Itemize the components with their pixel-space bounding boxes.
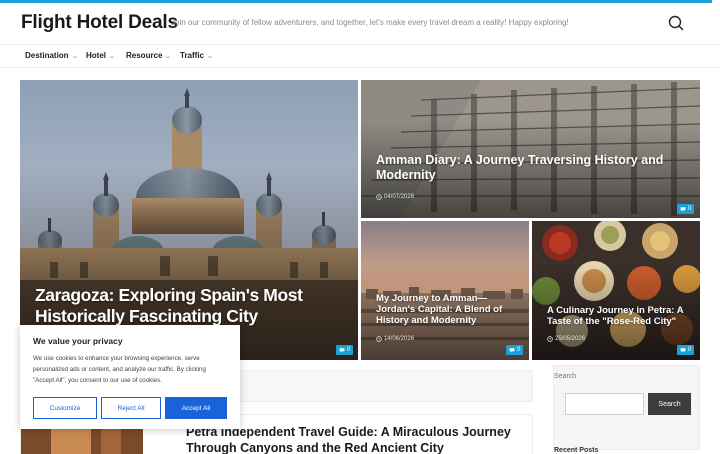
search-widget-label: Search bbox=[554, 373, 577, 380]
nav-item-destination[interactable]: Destination ⌄ bbox=[25, 51, 79, 60]
comment-count-badge[interactable]: 0 bbox=[677, 345, 695, 355]
comment-count-badge[interactable]: 0 bbox=[336, 345, 354, 355]
card-date: 14/06/2026 bbox=[376, 336, 414, 342]
card-date: 04/07/2026 bbox=[376, 194, 414, 200]
nav-item-label: Destination bbox=[25, 51, 69, 60]
card-date-text: 14/06/2026 bbox=[384, 336, 415, 342]
nav-item-hotel[interactable]: Hotel ⌄ bbox=[86, 51, 117, 60]
featured-card-journey-to-amman[interactable]: My Journey to Amman—Jordan's Capital: A … bbox=[361, 221, 529, 360]
nav-item-resource[interactable]: Resource ⌄ bbox=[126, 51, 173, 60]
card-title[interactable]: A Culinary Journey in Petra: A Taste of … bbox=[547, 305, 692, 327]
site-title[interactable]: Flight Hotel Deals bbox=[21, 12, 178, 34]
chevron-down-icon: ⌄ bbox=[164, 52, 173, 60]
featured-card-culinary-petra[interactable]: A Culinary Journey in Petra: A Taste of … bbox=[532, 221, 700, 360]
chevron-down-icon: ⌄ bbox=[70, 52, 79, 60]
card-title[interactable]: Amman Diary: A Journey Traversing Histor… bbox=[376, 153, 696, 183]
sidebar-search-input[interactable] bbox=[565, 393, 644, 415]
site-tagline: Join our community of fellow adventurers… bbox=[171, 18, 569, 27]
site-header: Flight Hotel Deals Join our community of… bbox=[0, 3, 720, 43]
cookie-banner-text: We use cookies to enhance your browsing … bbox=[33, 355, 206, 384]
sidebar-search-button[interactable]: Search bbox=[648, 393, 691, 415]
header-search-button[interactable] bbox=[666, 13, 686, 33]
reject-all-button[interactable]: Reject All bbox=[101, 397, 161, 419]
chevron-down-icon: ⌄ bbox=[205, 52, 215, 60]
search-icon bbox=[668, 15, 684, 31]
card-title[interactable]: My Journey to Amman—Jordan's Capital: A … bbox=[376, 293, 521, 327]
comment-count-badge[interactable]: 0 bbox=[506, 345, 524, 355]
cookie-consent-banner: We value your privacy We use cookies to … bbox=[20, 325, 240, 429]
sidebar-search-widget: Search Search Recent Posts bbox=[553, 365, 700, 454]
clock-icon bbox=[376, 194, 382, 200]
comment-count: 0 bbox=[688, 347, 692, 353]
comment-count: 0 bbox=[688, 206, 692, 212]
nav-item-label: Resource bbox=[126, 51, 163, 60]
featured-card-zaragoza[interactable]: Zaragoza: Exploring Spain's Most Histori… bbox=[20, 80, 358, 360]
comment-icon bbox=[339, 348, 345, 353]
comment-icon bbox=[680, 207, 686, 212]
chevron-down-icon: ⌄ bbox=[107, 52, 117, 60]
card-date-text: 25/05/2026 bbox=[555, 336, 586, 342]
comment-icon bbox=[680, 348, 686, 353]
comment-count-badge[interactable]: 0 bbox=[677, 204, 695, 214]
comment-icon bbox=[509, 348, 515, 353]
customize-button[interactable]: Customize bbox=[33, 397, 97, 419]
clock-icon bbox=[376, 336, 382, 342]
card-date-text: 04/07/2026 bbox=[384, 194, 415, 200]
accept-all-button[interactable]: Accept All bbox=[165, 397, 227, 419]
nav-item-label: Traffic bbox=[180, 51, 205, 60]
nav-item-label: Hotel bbox=[86, 51, 106, 60]
featured-card-amman-diary[interactable]: Amman Diary: A Journey Traversing Histor… bbox=[361, 80, 700, 218]
clock-icon bbox=[547, 336, 553, 342]
main-nav: Destination ⌄ Hotel ⌄ Resource ⌄ Traffic… bbox=[0, 44, 720, 68]
post-thumbnail-image bbox=[21, 429, 143, 454]
card-date: 25/05/2026 bbox=[547, 336, 585, 342]
card-title[interactable]: Zaragoza: Exploring Spain's Most Histori… bbox=[35, 285, 335, 326]
recent-posts-heading: Recent Posts bbox=[554, 447, 599, 454]
nav-item-traffic[interactable]: Traffic ⌄ bbox=[180, 51, 215, 60]
comment-count: 0 bbox=[517, 347, 521, 353]
comment-count: 0 bbox=[347, 347, 351, 353]
cookie-banner-title: We value your privacy bbox=[33, 336, 123, 346]
featured-posts-grid: Zaragoza: Exploring Spain's Most Histori… bbox=[20, 80, 700, 360]
